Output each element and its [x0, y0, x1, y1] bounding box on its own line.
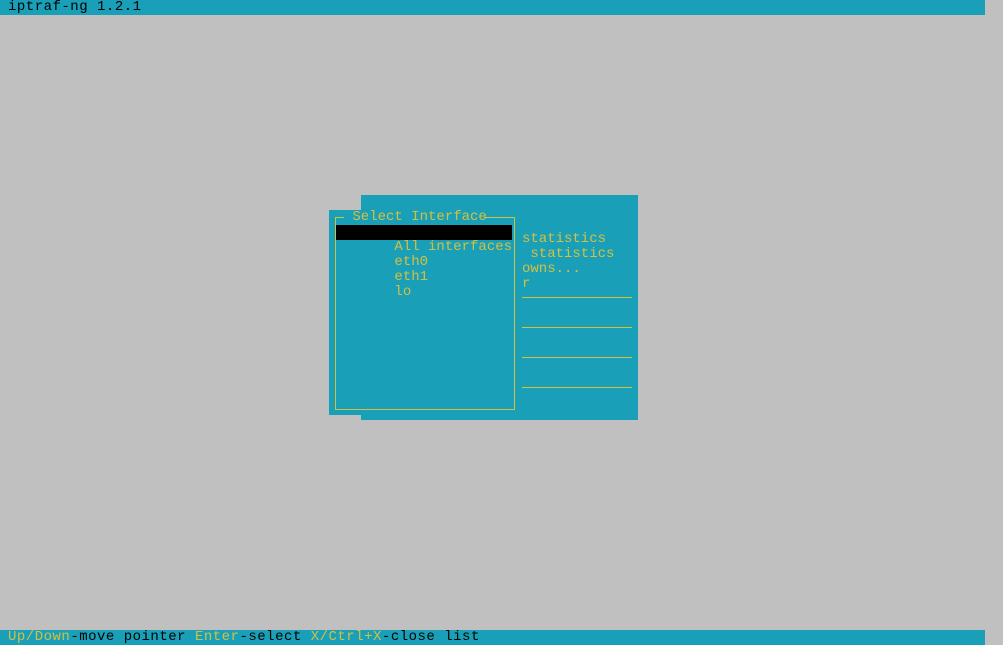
action-move-pointer: move pointer [79, 629, 186, 645]
key-hint-enter: Enter [195, 629, 240, 645]
interface-label: eth0 [394, 254, 428, 270]
background-menu-text: statistics statistics owns... r [522, 232, 614, 292]
menu-divider [522, 327, 632, 328]
interface-label: eth1 [394, 269, 428, 285]
interface-label: All interfaces [394, 239, 512, 255]
interface-list: All interfaces eth0 eth1 lo [336, 225, 512, 285]
menu-divider [522, 387, 632, 388]
status-bar: Up/Down-move pointer Enter-select X/Ctrl… [0, 630, 985, 645]
select-interface-dialog: Select Interface All interfaces eth0 eth… [329, 210, 519, 415]
menu-divider [522, 297, 632, 298]
key-hint-x: X/Ctrl+X [311, 629, 382, 645]
action-select: select [248, 629, 301, 645]
interface-label: lo [394, 284, 411, 300]
menu-divider [522, 357, 632, 358]
action-close-list: close list [391, 629, 480, 645]
interface-item-all[interactable]: All interfaces [336, 225, 512, 240]
app-title: iptraf-ng 1.2.1 [8, 0, 142, 15]
title-bar: iptraf-ng 1.2.1 [0, 0, 985, 15]
key-hint-updown: Up/Down [8, 629, 70, 645]
